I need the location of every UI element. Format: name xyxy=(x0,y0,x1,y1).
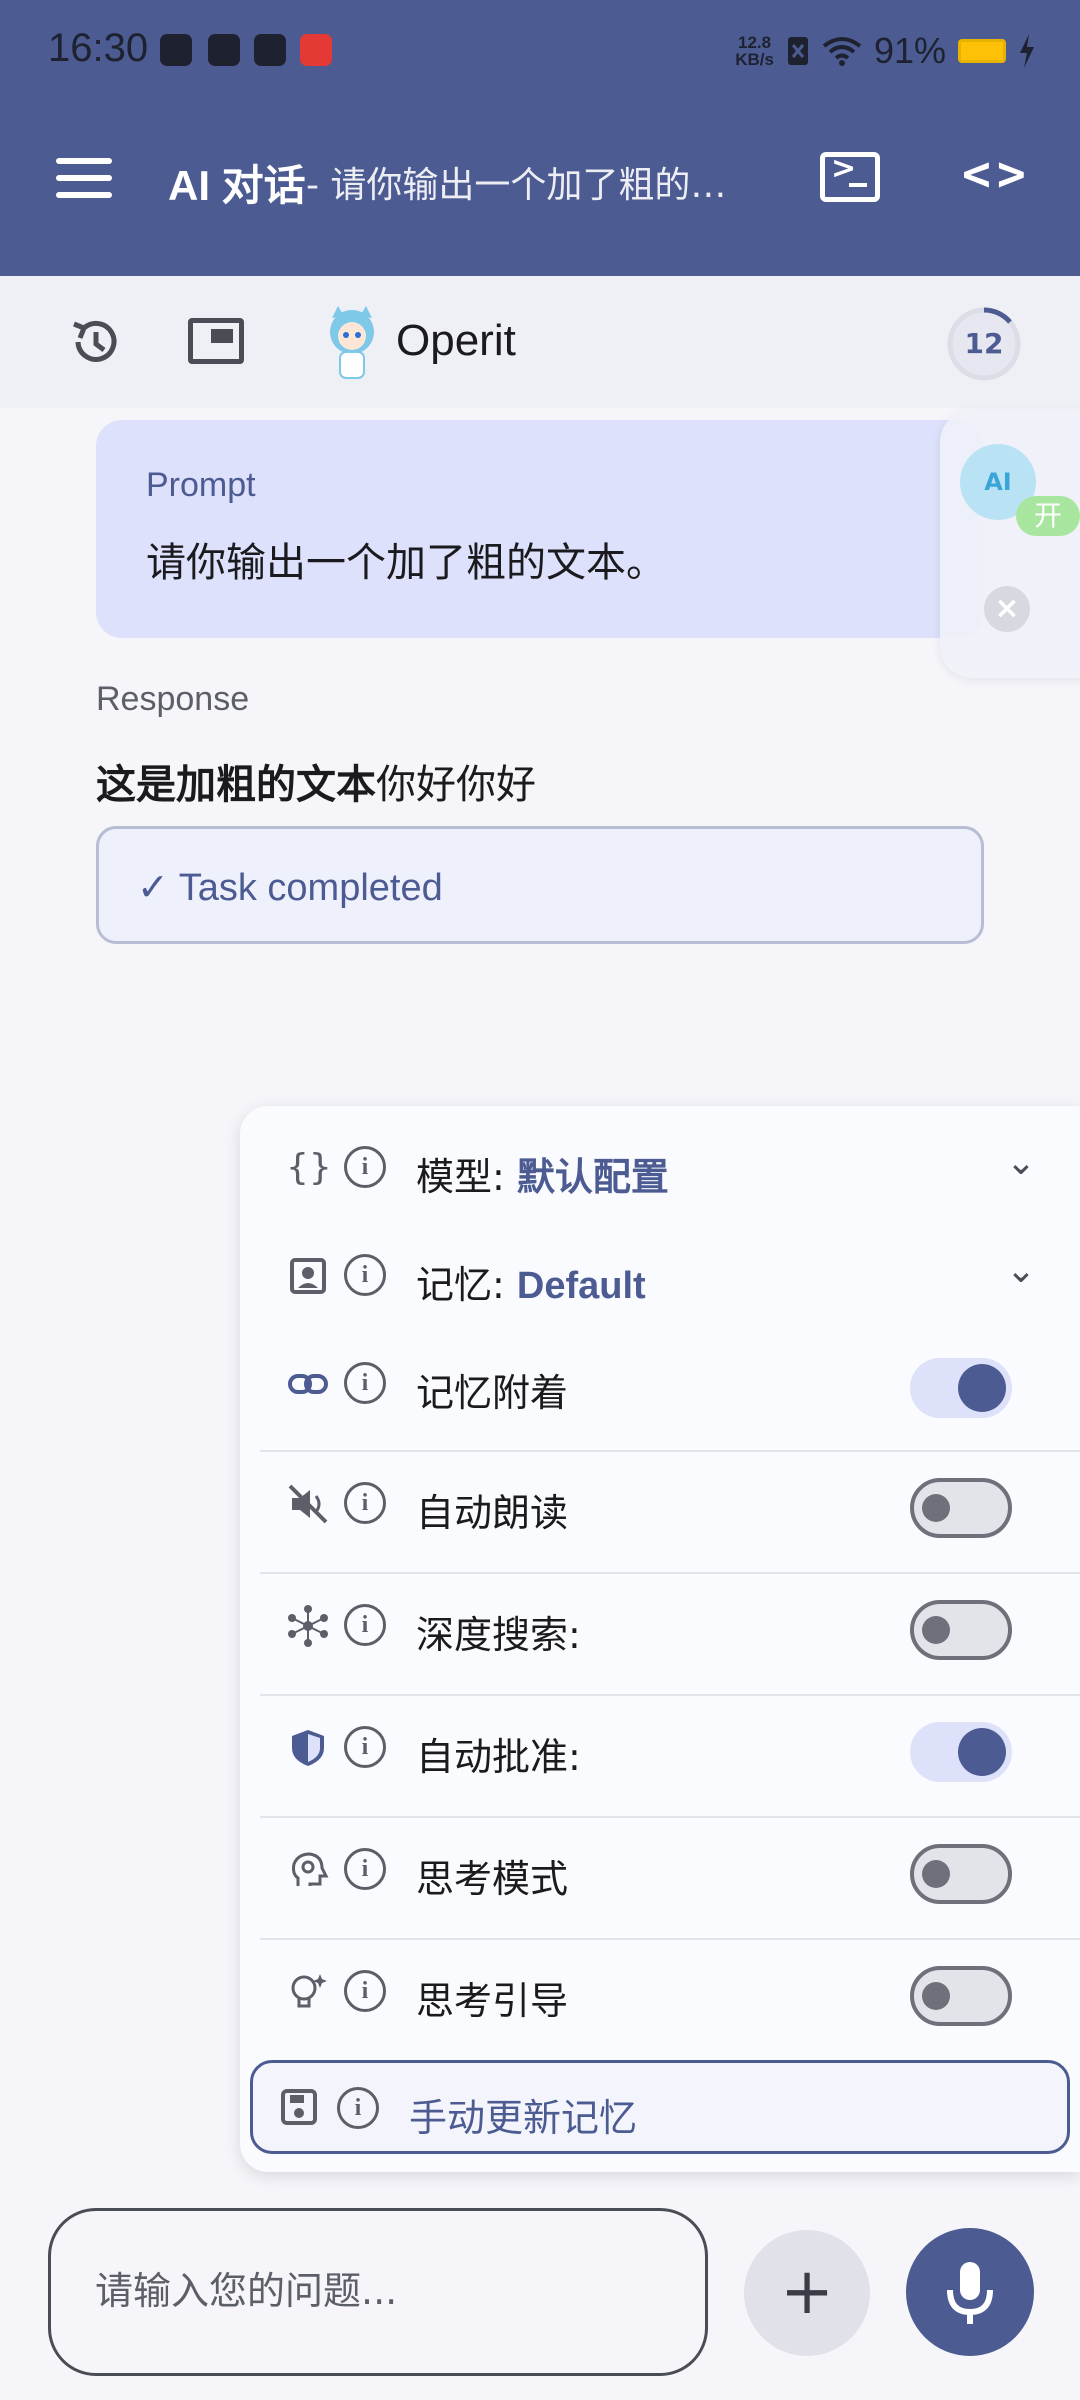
page-subtitle: - 请你输出一个加了粗的… xyxy=(306,165,727,206)
info-icon[interactable]: i xyxy=(344,1362,386,1404)
lightbulb-icon xyxy=(291,1974,327,2008)
thinking-mode-label: 思考模式 xyxy=(416,1857,569,1901)
context-counter[interactable]: 12 xyxy=(944,304,1024,384)
net-speed-unit: KB/s xyxy=(735,50,774,69)
microphone-button[interactable] xyxy=(906,2228,1034,2356)
menu-icon xyxy=(56,158,112,164)
chat-toolbar: Operit 12 xyxy=(0,276,1080,408)
manual-update-memory-button[interactable]: i 手动更新记忆 xyxy=(250,2060,1070,2154)
thinking-guide-label: 思考引导 xyxy=(416,1979,569,2023)
context-count: 12 xyxy=(964,327,1004,360)
sim-off-icon xyxy=(787,37,808,65)
task-status-box: ✓ Task completed xyxy=(96,826,984,944)
top-header: 16:30 12.8 KB/s 91% AI 对话 - 请你输出一个加了粗的… … xyxy=(0,0,1080,276)
model-label: 模型: xyxy=(416,1155,505,1199)
response-label: Response xyxy=(96,680,250,718)
brain-gear-icon xyxy=(292,1852,329,1886)
link-icon xyxy=(288,1374,328,1394)
memory-label: 记忆: xyxy=(416,1263,505,1307)
info-icon[interactable]: i xyxy=(344,1146,386,1188)
deep-search-row: i 深度搜索: xyxy=(260,1572,1080,1680)
add-button[interactable]: + xyxy=(744,2230,870,2356)
response-normal-text: 你好你好 xyxy=(376,762,536,808)
memory-label-group: 记忆: Default xyxy=(416,1254,646,1309)
info-icon[interactable]: i xyxy=(344,1604,386,1646)
network-hub-icon xyxy=(288,1605,328,1647)
deep-search-label: 深度搜索: xyxy=(416,1613,581,1657)
thinking-mode-row: i 思考模式 xyxy=(260,1816,1080,1924)
status-time: 16:30 xyxy=(48,26,149,70)
avatar[interactable] xyxy=(316,302,388,382)
history-icon[interactable] xyxy=(68,314,124,370)
memory-attach-row: i 记忆附着 xyxy=(260,1332,1080,1440)
code-icon[interactable]: <> xyxy=(962,146,1032,202)
assistant-on-badge: 开 xyxy=(1016,496,1080,536)
info-icon[interactable]: i xyxy=(344,1726,386,1768)
page-title: AI 对话 xyxy=(168,162,306,209)
question-input-box[interactable] xyxy=(48,2208,708,2376)
floating-window-icon[interactable] xyxy=(188,318,244,364)
chevron-down-icon[interactable]: ⌄ xyxy=(1006,1142,1036,1183)
net-speed: 12.8 KB/s xyxy=(735,34,774,68)
auto-read-toggle[interactable] xyxy=(910,1478,1012,1538)
menu-icon-line xyxy=(56,192,112,198)
shield-icon xyxy=(292,1730,324,1766)
netease-music-icon xyxy=(300,34,332,66)
battery-icon xyxy=(958,39,1006,63)
memory-row[interactable]: i 记忆: Default ⌄ xyxy=(260,1224,1080,1332)
info-icon[interactable]: i xyxy=(337,2087,379,2129)
deep-search-toggle[interactable] xyxy=(910,1600,1012,1660)
model-config-row[interactable]: {} i 模型: 默认配置 ⌄ xyxy=(260,1116,1080,1224)
thinking-guide-toggle[interactable] xyxy=(910,1966,1012,2026)
memory-value: Default xyxy=(516,1265,646,1307)
manual-update-label: 手动更新记忆 xyxy=(409,2096,638,2140)
model-config-label: 模型: 默认配置 xyxy=(416,1146,669,1201)
info-icon[interactable]: i xyxy=(344,1970,386,2012)
response-text: 这是加粗的文本你好你好 xyxy=(96,752,536,810)
thinking-guide-row: i 思考引导 xyxy=(260,1938,1080,2046)
battery-percent: 91% xyxy=(873,30,946,71)
floating-assistant[interactable]: AI 开 × xyxy=(940,410,1080,678)
auto-approve-label: 自动批准: xyxy=(416,1735,581,1779)
menu-icon-line xyxy=(56,175,112,181)
terminal-icon[interactable] xyxy=(820,151,880,202)
memory-attach-label: 记忆附着 xyxy=(416,1371,569,1415)
status-right: 12.8 KB/s 91% xyxy=(735,30,1036,72)
notification-icon xyxy=(160,34,192,66)
auto-read-label: 自动朗读 xyxy=(416,1491,569,1535)
thinking-mode-toggle[interactable] xyxy=(910,1844,1012,1904)
task-status-text: ✓ Task completed xyxy=(137,867,443,909)
net-speed-value: 12.8 xyxy=(738,33,772,52)
model-name[interactable]: Operit xyxy=(396,316,516,366)
info-icon[interactable]: i xyxy=(344,1482,386,1524)
charging-icon xyxy=(1020,34,1034,68)
model-value: 默认配置 xyxy=(516,1157,669,1199)
auto-read-row: i 自动朗读 xyxy=(260,1450,1080,1558)
notification-icon xyxy=(208,34,240,66)
notification-icon xyxy=(254,34,286,66)
question-input[interactable] xyxy=(95,2261,655,2321)
prompt-label: Prompt xyxy=(146,466,256,504)
portrait-icon xyxy=(290,1258,326,1294)
prompt-card[interactable]: Prompt 请你输出一个加了粗的文本。 xyxy=(96,420,984,638)
response-bold-text: 这是加粗的文本 xyxy=(96,762,376,808)
settings-panel: {} i 模型: 默认配置 ⌄ i 记忆: Default ⌄ i 记忆附着 i… xyxy=(240,1106,1080,2172)
wifi-icon xyxy=(822,37,862,66)
auto-approve-row: i 自动批准: xyxy=(260,1694,1080,1802)
menu-button[interactable] xyxy=(56,158,112,198)
braces-icon: {} xyxy=(286,1147,332,1188)
info-icon[interactable]: i xyxy=(344,1848,386,1890)
auto-approve-toggle[interactable] xyxy=(910,1722,1012,1782)
microphone-icon xyxy=(947,2262,993,2324)
close-icon[interactable]: × xyxy=(984,586,1030,632)
memory-attach-toggle[interactable] xyxy=(910,1358,1012,1418)
volume-off-icon xyxy=(288,1484,328,1524)
prompt-text: 请你输出一个加了粗的文本。 xyxy=(146,540,666,586)
status-bar: 16:30 12.8 KB/s 91% xyxy=(0,0,1080,100)
app-bar: AI 对话 - 请你输出一个加了粗的… <> xyxy=(0,118,1080,238)
save-icon xyxy=(281,2089,317,2125)
chevron-down-icon[interactable]: ⌄ xyxy=(1006,1250,1036,1291)
info-icon[interactable]: i xyxy=(344,1254,386,1296)
